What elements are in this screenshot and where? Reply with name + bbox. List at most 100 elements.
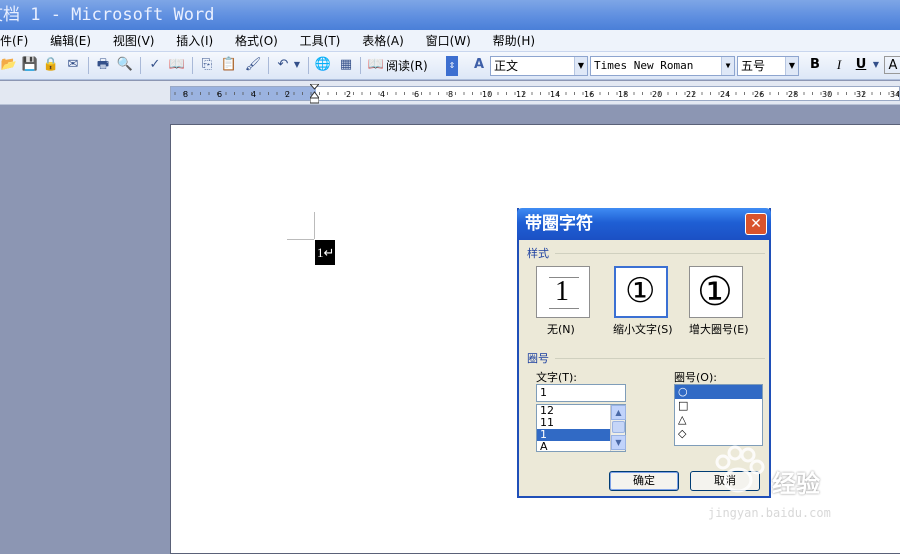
ruler-label: 10: [482, 90, 492, 99]
ruler-label: 22: [686, 90, 696, 99]
style-enlarge-label[interactable]: 增大圈号(E): [689, 321, 749, 337]
scroll-up-icon[interactable]: ▲: [611, 405, 626, 420]
font-select-value: Times New Roman: [594, 59, 694, 72]
enclose-characters-dialog: 带圈字符 ✕ 样式 1 无(N) ① 缩小文字(S) ① 增大圈号(E) 圈号 …: [517, 208, 771, 498]
selected-character[interactable]: 1↵: [315, 240, 335, 265]
formatting-toolbar: 📂 💾 🔒 ✉ 🖶 🔍 ✓ 📖 ⎘ 📋 🖌 ↶ ▼ 🌐 ▦ 📖 阅读(R) ⇕ …: [0, 52, 900, 80]
toolbar-separator: [88, 57, 89, 74]
cancel-button[interactable]: 取消: [690, 471, 760, 491]
enclosure-field-label: 圈号(O):: [674, 371, 717, 384]
ruler-label: 20: [652, 90, 662, 99]
font-size-select[interactable]: 五号 ▼: [737, 56, 799, 76]
paste-icon[interactable]: 📋: [220, 56, 238, 74]
menu-table[interactable]: 表格(A): [353, 30, 413, 51]
toolbar-separator: [140, 57, 141, 74]
enclosure-list-item[interactable]: □: [675, 399, 762, 413]
style-none-label[interactable]: 无(N): [547, 321, 575, 337]
style-group-label: 样式: [527, 247, 549, 260]
reading-layout-button[interactable]: 阅读(R): [386, 57, 428, 75]
preview-line: [549, 277, 579, 278]
save-icon[interactable]: 💾: [21, 56, 39, 74]
ruler-label: 24: [720, 90, 730, 99]
style-option-none[interactable]: 1: [536, 266, 590, 318]
toolbar-options-icon[interactable]: ⇕: [446, 56, 458, 76]
style-option-enlarge[interactable]: ①: [689, 266, 743, 318]
spelling-icon[interactable]: ✓: [146, 56, 164, 74]
menu-help[interactable]: 帮助(H): [484, 30, 544, 51]
enclosure-list-item[interactable]: ○: [675, 385, 762, 399]
ruler-label: 18: [618, 90, 628, 99]
indent-marker-icon[interactable]: [308, 83, 321, 104]
font-select[interactable]: Times New Roman ▼: [590, 56, 735, 76]
text-list-item[interactable]: A: [537, 441, 610, 452]
ruler-label: 6: [217, 90, 222, 99]
toolbar-separator: [360, 57, 361, 74]
ruler-label: 30: [822, 90, 832, 99]
print-icon[interactable]: 🖶: [94, 56, 112, 74]
text-input[interactable]: 1: [536, 384, 626, 402]
underline-button[interactable]: U: [852, 56, 870, 74]
circle-group-label: 圈号: [527, 352, 549, 365]
copy-icon[interactable]: ⎘: [198, 56, 216, 74]
window-title: 文档 1 - Microsoft Word: [0, 5, 215, 25]
menu-format[interactable]: 格式(O): [226, 30, 287, 51]
scroll-thumb[interactable]: [612, 421, 625, 433]
style-shrink-label[interactable]: 缩小文字(S): [613, 321, 673, 337]
menu-edit[interactable]: 编辑(E): [41, 30, 100, 51]
ruler-label: 28: [788, 90, 798, 99]
enclosure-list-item[interactable]: ◇: [675, 427, 762, 441]
style-select-value: 正文: [494, 59, 519, 73]
hyperlink-icon[interactable]: 🌐: [314, 56, 332, 74]
open-icon[interactable]: 📂: [0, 56, 18, 74]
font-size-select-value: 五号: [741, 59, 766, 73]
print-preview-icon[interactable]: 🔍: [116, 56, 134, 74]
table-icon[interactable]: ▦: [337, 56, 355, 74]
menu-window[interactable]: 窗口(W): [417, 30, 480, 51]
style-option-shrink[interactable]: ①: [614, 266, 668, 318]
corner-mark: [287, 239, 314, 240]
ruler-label: 8: [448, 90, 453, 99]
reading-layout-icon[interactable]: 📖: [367, 56, 385, 74]
scroll-down-icon[interactable]: ▼: [611, 435, 626, 450]
ruler-label: 8: [183, 90, 188, 99]
chevron-down-icon[interactable]: ▼: [574, 57, 587, 75]
email-icon[interactable]: ✉: [64, 56, 82, 74]
research-icon[interactable]: 📖: [168, 56, 186, 74]
menu-bar: 件(F) 编辑(E) 视图(V) 插入(I) 格式(O) 工具(T) 表格(A)…: [0, 30, 900, 52]
chevron-down-icon[interactable]: ▼: [721, 57, 734, 75]
undo-icon[interactable]: ↶: [274, 56, 292, 74]
enclosure-list[interactable]: ○ □ △ ◇: [674, 384, 763, 446]
menu-tools[interactable]: 工具(T): [291, 30, 350, 51]
text-list-item[interactable]: 11: [537, 417, 610, 429]
menu-file[interactable]: 件(F): [0, 30, 37, 51]
bold-button[interactable]: B: [806, 56, 824, 74]
menu-view[interactable]: 视图(V): [104, 30, 164, 51]
style-enlarge-preview: ①: [697, 269, 733, 314]
ok-button[interactable]: 确定: [609, 471, 679, 491]
chevron-down-icon[interactable]: ▼: [785, 57, 798, 75]
styles-pane-icon[interactable]: A: [470, 56, 488, 74]
ruler-label: 2: [285, 90, 290, 99]
group-divider: [555, 253, 765, 254]
text-field-label: 文字(T):: [536, 371, 578, 384]
highlight-button[interactable]: A: [884, 56, 900, 74]
underline-dropdown-icon[interactable]: ▼: [871, 56, 881, 74]
close-icon[interactable]: ✕: [745, 213, 767, 235]
horizontal-ruler[interactable]: 2 4 6 8 10 12 14 16 18 20 22 24 26 28 30 32 34 8 6 4 2: [170, 86, 900, 101]
style-select[interactable]: 正文 ▼: [490, 56, 588, 76]
ruler-label: 12: [516, 90, 526, 99]
enclosure-list-item[interactable]: △: [675, 413, 762, 427]
ruler-label: 4: [251, 90, 256, 99]
ruler-label: 14: [550, 90, 560, 99]
permission-icon[interactable]: 🔒: [42, 56, 60, 74]
title-bar: 文档 1 - Microsoft Word: [0, 0, 900, 30]
italic-button[interactable]: I: [830, 56, 848, 74]
preview-line: [549, 308, 579, 309]
text-list-scrollbar[interactable]: ▲ ▼: [610, 405, 626, 451]
menu-insert[interactable]: 插入(I): [167, 30, 222, 51]
dialog-title-bar[interactable]: 带圈字符 ✕: [517, 208, 771, 240]
format-painter-icon[interactable]: 🖌: [244, 56, 262, 74]
group-divider: [555, 358, 765, 359]
undo-dropdown-icon[interactable]: ▼: [292, 56, 302, 74]
dialog-title: 带圈字符: [525, 214, 593, 234]
